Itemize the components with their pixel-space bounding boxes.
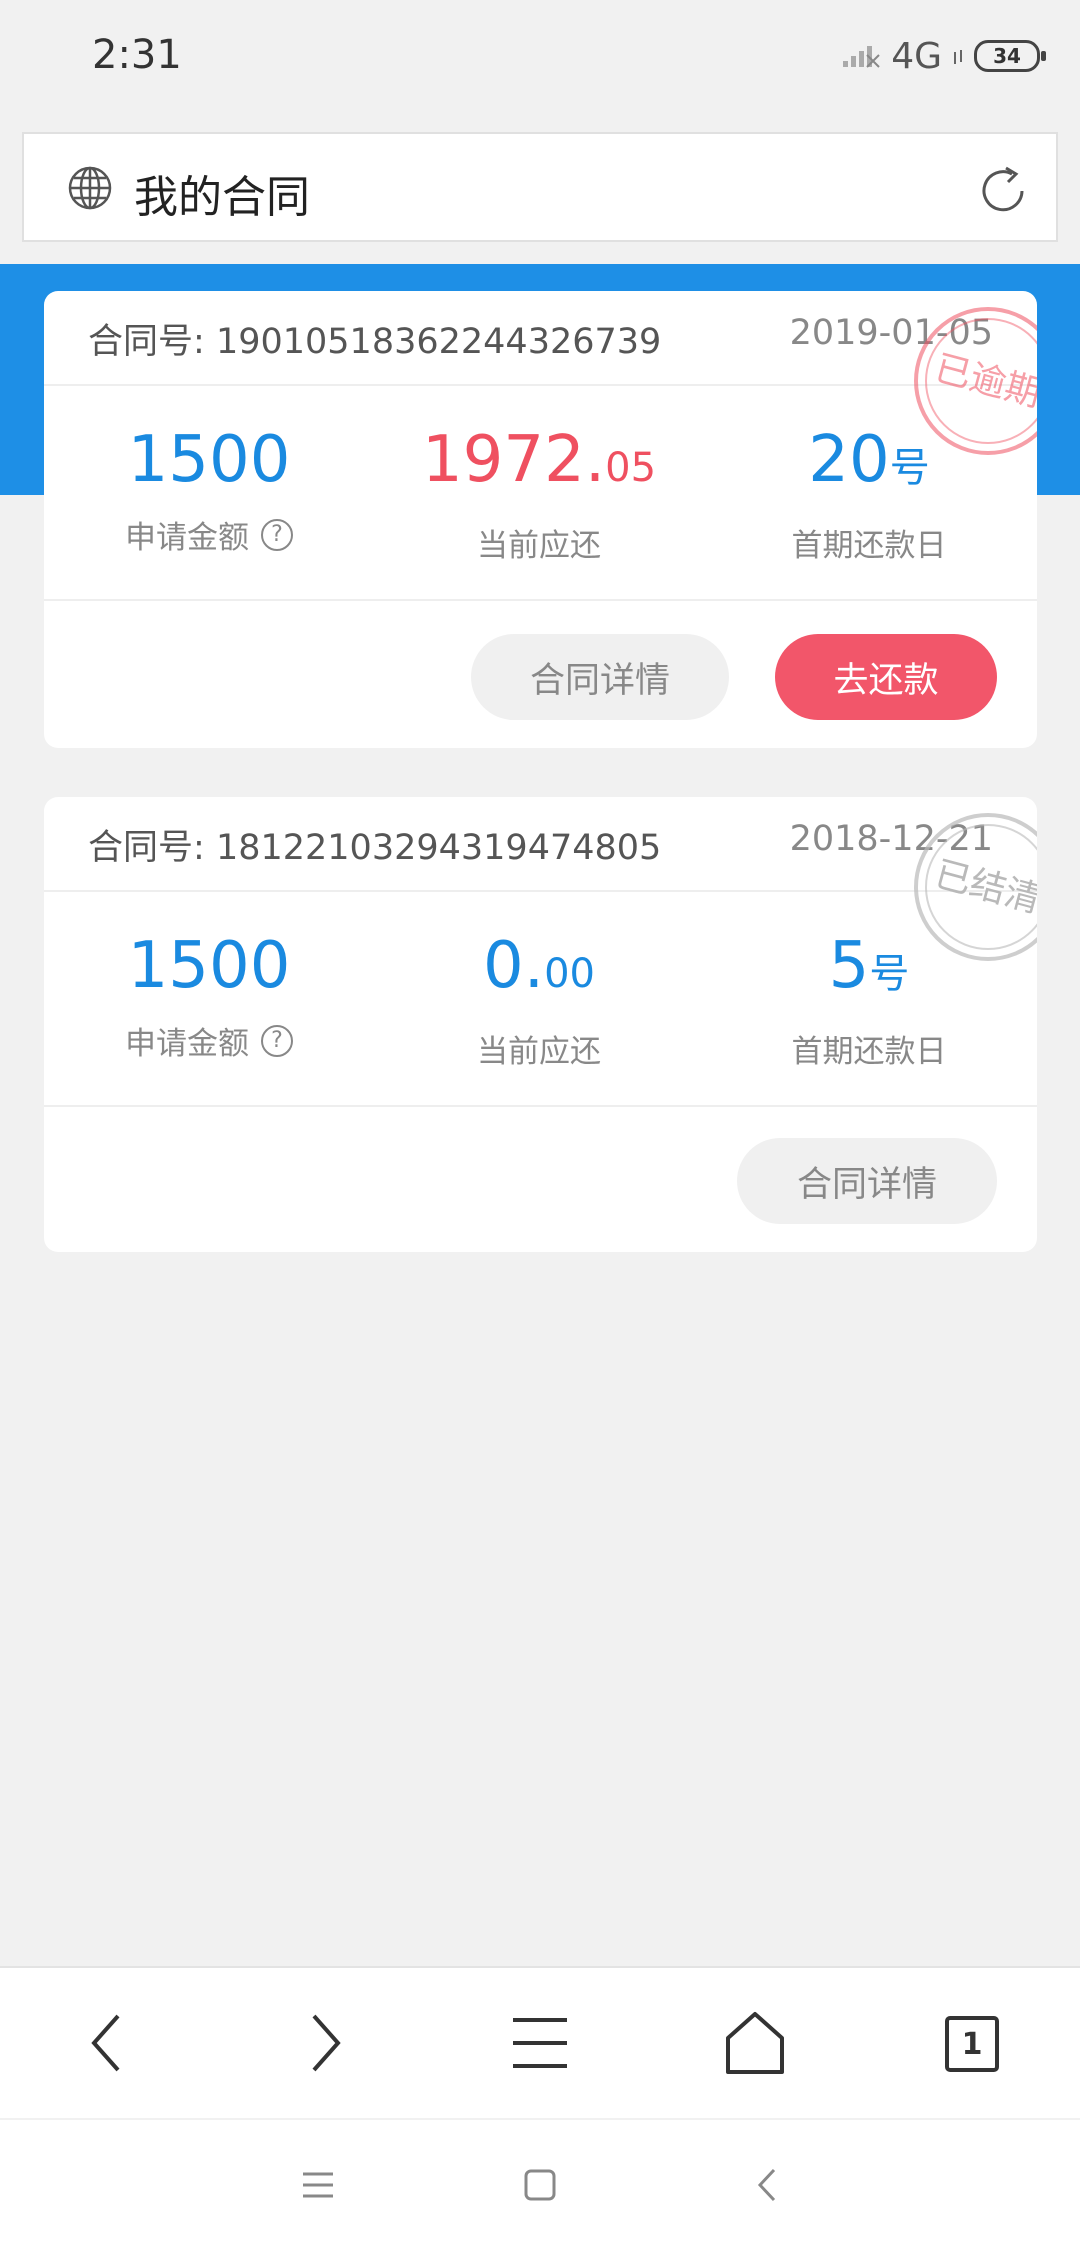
current-due: 0.00 当前应还 [374, 928, 704, 1071]
tab-count: 1 [961, 2026, 983, 2062]
home-icon[interactable] [720, 2008, 790, 2078]
current-due-label: 当前应还 [477, 528, 601, 564]
reload-icon[interactable] [976, 164, 1030, 218]
applied-amount-value: 1500 [127, 929, 291, 1003]
contract-card: 合同号: 18122103294319474805 2018-12-21 已结清… [44, 797, 1037, 1252]
current-due-label: 当前应还 [477, 1034, 601, 1070]
first-due-day-label: 首期还款日 [791, 1034, 947, 1070]
first-due-day-label: 首期还款日 [791, 528, 947, 564]
contract-card: 合同号: 19010518362244326739 2019-01-05 已逾期… [44, 291, 1037, 748]
applied-amount: 1500 申请金额 ? [44, 928, 374, 1063]
address-bar[interactable]: 我的合同 [22, 132, 1058, 242]
battery-icon: 34 [974, 40, 1046, 72]
contract-number: 合同号: 19010518362244326739 [88, 322, 662, 362]
data-arrows-icon [954, 50, 962, 64]
globe-icon [68, 166, 112, 210]
first-due-day: 20号 首期还款日 [704, 422, 1034, 565]
browser-toolbar: 1 [0, 1966, 1080, 2118]
contract-detail-button[interactable]: 合同详情 [471, 634, 729, 720]
current-due-value: 1972.05 [421, 423, 657, 497]
system-nav-bar [0, 2120, 1080, 2248]
contract-detail-button[interactable]: 合同详情 [737, 1138, 997, 1224]
recents-icon[interactable] [293, 2160, 343, 2210]
status-indicators: 4G 34 [841, 35, 1046, 77]
help-icon[interactable]: ? [261, 518, 293, 551]
status-bar: 2:31 4G 34 [0, 0, 1080, 120]
applied-amount: 1500 申请金额 ? [44, 422, 374, 557]
help-icon[interactable]: ? [261, 1024, 293, 1057]
back-chevron-icon[interactable] [742, 2160, 792, 2210]
page-title: 我的合同 [134, 172, 310, 223]
battery-level: 34 [993, 44, 1021, 68]
back-icon[interactable] [72, 2008, 142, 2078]
contract-actions: 合同详情 去还款 [44, 603, 1037, 748]
repay-button[interactable]: 去还款 [775, 634, 997, 720]
current-due-value: 0.00 [483, 929, 595, 1003]
applied-amount-value: 1500 [127, 423, 291, 497]
first-due-day: 5号 首期还款日 [704, 928, 1034, 1071]
home-square-icon[interactable] [515, 2160, 565, 2210]
signal-icon [843, 46, 880, 68]
applied-amount-label: 申请金额 [125, 1026, 249, 1062]
first-due-day-value: 5号 [828, 929, 910, 1003]
network-type: 4G [891, 35, 942, 77]
applied-amount-label: 申请金额 [125, 520, 249, 556]
status-time: 2:31 [92, 32, 182, 78]
contract-stats: 1500 申请金额 ? 1972.05 当前应还 20号 首期还款日 [44, 386, 1037, 601]
forward-icon[interactable] [290, 2008, 360, 2078]
contract-stats: 1500 申请金额 ? 0.00 当前应还 5号 首期还款日 [44, 892, 1037, 1107]
contract-number: 合同号: 18122103294319474805 [88, 828, 662, 868]
contract-actions: 合同详情 [44, 1107, 1037, 1252]
first-due-day-value: 20号 [808, 423, 930, 497]
current-due: 1972.05 当前应还 [374, 422, 704, 565]
menu-icon[interactable] [505, 2008, 575, 2078]
tabs-icon[interactable]: 1 [945, 2016, 999, 2072]
